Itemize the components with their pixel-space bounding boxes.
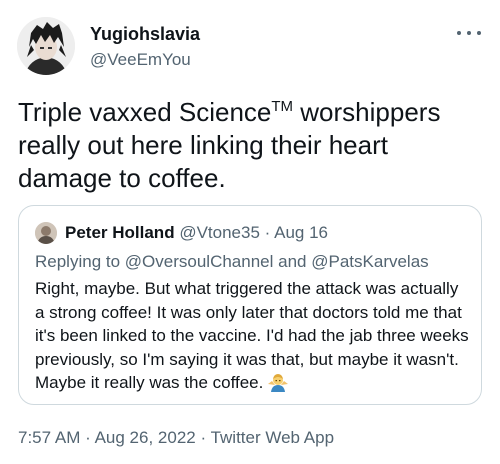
quoted-tweet[interactable]: Peter Holland @Vtone35 · Aug 16 Replying… [18, 205, 482, 405]
more-dot [477, 31, 481, 35]
author-display-name[interactable]: Yugiohslavia [90, 24, 200, 45]
reply-user-link-1[interactable]: @OversoulChannel [125, 252, 274, 271]
tweet-date[interactable]: Aug 26, 2022 [95, 428, 196, 447]
quoted-author-name[interactable]: Peter Holland [65, 223, 175, 242]
tweet-source[interactable]: Twitter Web App [211, 428, 334, 447]
author-avatar[interactable] [17, 17, 75, 75]
quoted-text: Right, maybe. But what triggered the att… [35, 277, 471, 395]
author-handle[interactable]: @VeeEmYou [90, 50, 191, 70]
replying-to-line: Replying to @OversoulChannel and @PatsKa… [35, 251, 429, 273]
tweet-text-part-1: Triple vaxxed Science [18, 97, 272, 127]
quoted-date[interactable]: Aug 16 [274, 223, 328, 242]
tweet-card: Yugiohslavia @VeeEmYou Triple vaxxed Sci… [0, 0, 500, 464]
quoted-header: Peter Holland @Vtone35 · Aug 16 [65, 222, 328, 244]
quoted-text-body: Right, maybe. But what triggered the att… [35, 279, 469, 392]
more-dot [457, 31, 461, 35]
more-options-icon[interactable] [454, 24, 484, 42]
meta-separator: · [200, 428, 207, 447]
trademark-mark: TM [271, 98, 294, 115]
person-photo-icon [35, 222, 57, 244]
anime-avatar-icon [17, 17, 75, 75]
quoted-separator: · [264, 223, 271, 242]
replying-to-label: Replying to [35, 252, 121, 271]
more-dot [467, 31, 471, 35]
meta-separator: · [85, 428, 91, 447]
tweet-text: Triple vaxxed ScienceTM worshippers real… [18, 96, 484, 195]
reply-and-label: and [278, 252, 307, 271]
quoted-author-avatar[interactable] [35, 222, 57, 244]
reply-user-link-2[interactable]: @PatsKarvelas [311, 252, 428, 271]
tweet-meta: 7:57 AM · Aug 26, 2022 · Twitter Web App [18, 428, 334, 448]
quoted-author-handle[interactable]: @Vtone35 [179, 223, 260, 242]
tweet-time[interactable]: 7:57 AM [18, 428, 80, 447]
man-shrugging-emoji-icon [267, 372, 289, 392]
